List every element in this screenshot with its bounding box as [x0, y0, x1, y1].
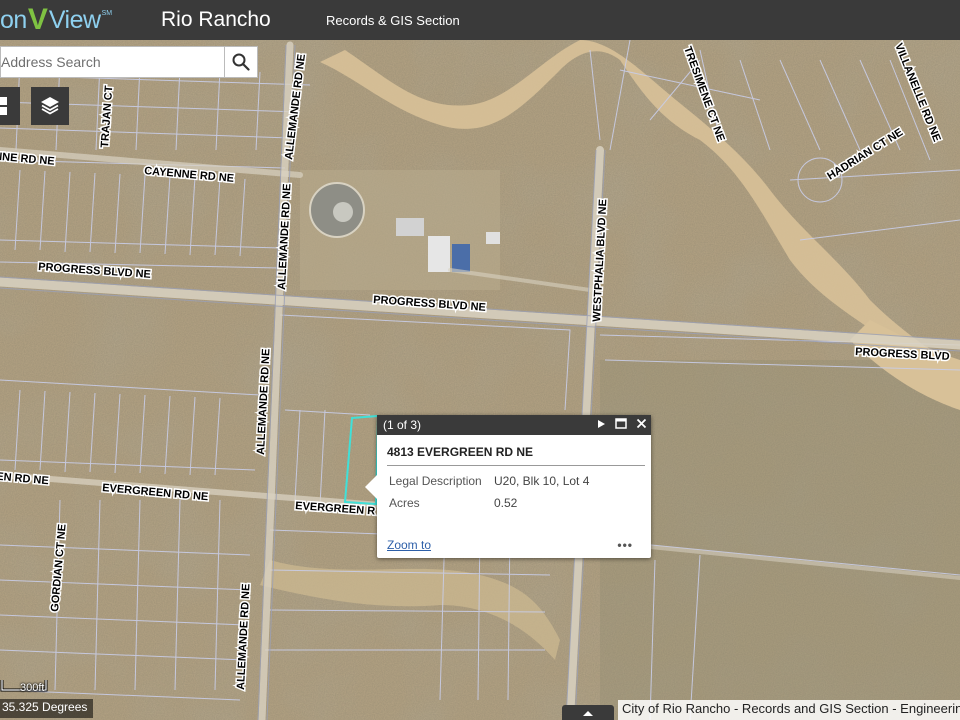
search-button[interactable]	[224, 46, 258, 78]
coordinate-readout: 35.325 Degrees	[0, 699, 94, 718]
scale-label: 300ft	[20, 682, 45, 694]
address-search	[0, 46, 258, 78]
map-attribution: City of Rio Rancho - Records and GIS Sec…	[618, 700, 960, 720]
layers-icon	[41, 97, 59, 115]
attribute-value: U20, Blk 10, Lot 4	[494, 474, 590, 488]
search-icon	[232, 53, 250, 71]
logo-check-mark: V	[27, 3, 48, 36]
app-title: Rio Rancho	[161, 8, 271, 31]
basemap-gallery-button[interactable]	[0, 87, 20, 125]
layer-list-button[interactable]	[31, 87, 69, 125]
more-actions-button[interactable]: •••	[617, 538, 633, 552]
basemap-grid-icon	[0, 97, 7, 115]
popup-feature-count: (1 of 3)	[383, 418, 422, 432]
attribute-value: 0.52	[494, 496, 518, 510]
chevron-up-icon	[583, 710, 593, 716]
popup-header: (1 of 3)	[377, 415, 651, 435]
popup-footer: Zoom to •••	[387, 538, 633, 552]
next-feature-icon[interactable]	[596, 419, 606, 429]
popup-title: 4813 EVERGREEN RD NE	[387, 445, 645, 466]
maximize-icon[interactable]	[615, 418, 627, 429]
logo-text-left: on	[0, 5, 27, 34]
app-header: on V View SM Rio Rancho Records & GIS Se…	[0, 0, 960, 40]
close-icon[interactable]	[636, 418, 647, 429]
popup-attributes: Legal Description U20, Blk 10, Lot 4 Acr…	[389, 474, 641, 518]
app-subtitle: Records & GIS Section	[326, 13, 460, 28]
feature-popup: (1 of 3) 4813 EVERGREEN RD NE Legal Desc…	[365, 415, 651, 558]
aerial-map[interactable]: NNE RD NE CAYENNE RD NE PROGRESS BLVD NE…	[0, 40, 960, 720]
map-view[interactable]: NNE RD NE CAYENNE RD NE PROGRESS BLVD NE…	[0, 40, 960, 720]
attribute-row: Legal Description U20, Blk 10, Lot 4	[389, 474, 641, 496]
zoom-to-link[interactable]: Zoom to	[387, 538, 431, 552]
address-search-input[interactable]	[0, 46, 224, 78]
attribute-key: Legal Description	[389, 474, 482, 488]
app-logo[interactable]: on V View SM	[0, 2, 112, 38]
attribute-row: Acres 0.52	[389, 496, 641, 518]
attribute-key: Acres	[389, 496, 420, 510]
logo-text-right: View	[48, 5, 101, 34]
logo-service-mark: SM	[101, 10, 113, 17]
attribution-toggle[interactable]	[562, 705, 614, 720]
popup-pointer	[365, 475, 377, 499]
